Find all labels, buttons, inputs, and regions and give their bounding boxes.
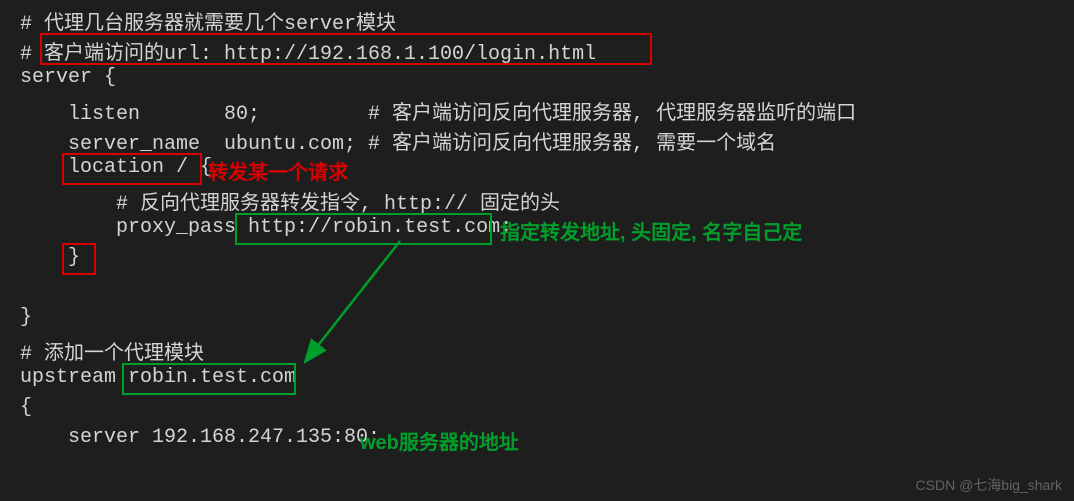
code-line: proxy_pass http://robin.test.com; bbox=[20, 216, 512, 239]
code-line: } bbox=[20, 246, 80, 269]
annotation-forward-request: 转发某一个请求 bbox=[208, 156, 348, 185]
code-line: { bbox=[20, 396, 32, 419]
code-line: # 添加一个代理模块 bbox=[20, 336, 204, 366]
code-line: location / { bbox=[20, 156, 212, 179]
annotation-web-server-addr: web服务器的地址 bbox=[360, 426, 519, 455]
code-line: } bbox=[20, 306, 32, 329]
code-line: # 反向代理服务器转发指令, http:// 固定的头 bbox=[20, 186, 560, 216]
code-line: server_name ubuntu.com; # 客户端访问反向代理服务器, … bbox=[20, 126, 776, 156]
code-line: server { bbox=[20, 66, 116, 89]
code-line: upstream robin.test.com bbox=[20, 366, 296, 389]
code-panel: # 代理几台服务器就需要几个server模块 # 客户端访问的url: http… bbox=[0, 0, 1074, 501]
watermark: CSDN @七海big_shark bbox=[916, 475, 1062, 495]
code-line: server 192.168.247.135:80; bbox=[20, 426, 380, 449]
annotation-specify-forward-addr: 指定转发地址, 头固定, 名字自己定 bbox=[500, 216, 802, 245]
code-line: # 客户端访问的url: http://192.168.1.100/login.… bbox=[20, 36, 596, 66]
code-line: # 代理几台服务器就需要几个server模块 bbox=[20, 6, 396, 36]
code-line: listen 80; # 客户端访问反向代理服务器, 代理服务器监听的端口 bbox=[20, 96, 856, 126]
